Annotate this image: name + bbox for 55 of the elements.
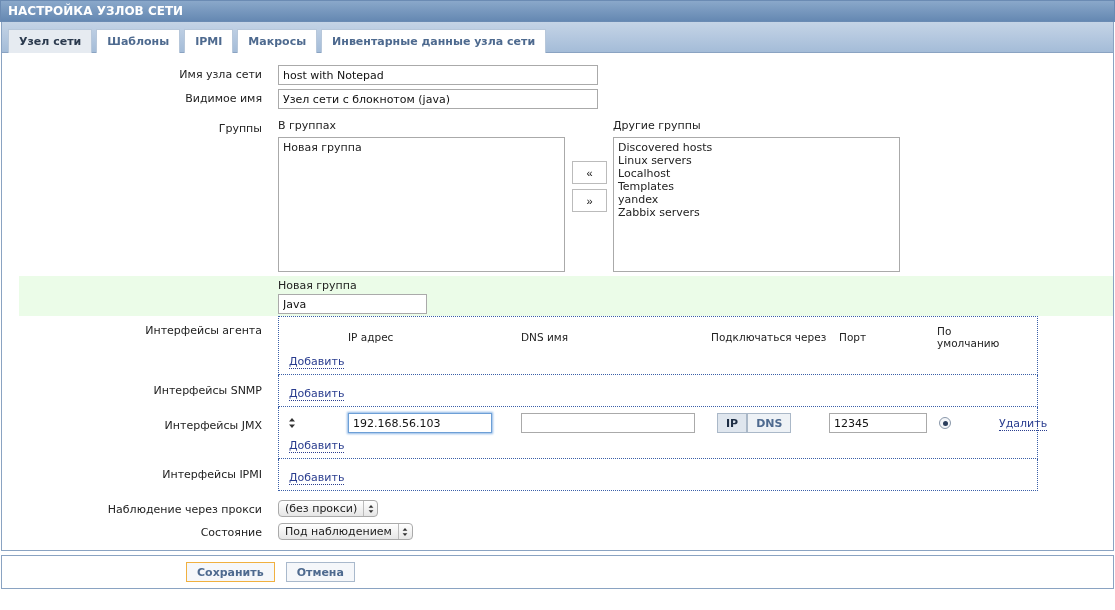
field-label: Группы [217,121,263,137]
new-group-field[interactable]: Java [278,294,427,314]
remove-link[interactable]: Удалить [999,416,1048,431]
list-caption: В группах [278,119,337,131]
groups-listbox[interactable]: Discovered hosts Linux servers Localhost Templates yandex Zabbix servers [613,137,900,272]
field-label: Интерфейсы JMX [163,418,263,434]
move-left-button[interactable]: « [572,161,607,184]
add-link[interactable]: Добавить [289,471,345,485]
field-label: Интерфейсы SNMP [152,383,263,399]
field-label: Новая группа [278,279,358,291]
field-label: Интерфейсы IPMI [161,467,263,483]
field-label: Видимое имя [184,91,263,107]
column-header: DNS имя [521,330,568,343]
host-name-field[interactable]: host with Notepad [278,65,598,85]
field-label: Состояние [199,525,263,540]
up-down-arrow-icon [289,418,295,428]
tab[interactable]: IPMI [184,29,234,53]
field-label: Имя узла сети [178,67,263,83]
list-item[interactable]: Zabbix servers [618,206,895,219]
move-right-button[interactable]: » [572,189,607,212]
tab[interactable]: Узел сети [8,29,93,53]
tab[interactable]: Инвентарные данные узла сети [321,29,547,53]
field-label: Наблюдение через прокси [106,502,263,517]
visible-name-field[interactable]: Узел сети с блокнотом (java) [278,89,598,109]
default-radio[interactable] [939,417,951,429]
proxy-select[interactable]: (без прокси) [278,500,379,517]
field-label: Интерфейсы агента [144,323,263,339]
status-select[interactable]: Под наблюдением [278,523,413,540]
tab[interactable]: Шаблоны [96,29,181,53]
save-button[interactable]: Сохранить [186,562,275,582]
list-caption: Другие группы [613,119,702,131]
port-field[interactable]: 12345 [829,413,927,433]
connect-via-button[interactable]: DNS [747,413,792,433]
up-down-arrow-icon [367,504,374,513]
page-title: НАСТРОЙКА УЗЛОВ СЕТИ [0,0,1115,22]
column-header: IP адрес [348,330,394,343]
add-link[interactable]: Добавить [289,439,345,453]
column-header: Порт [839,330,867,343]
list-item[interactable]: Linux servers [618,154,895,167]
column-header: Подключаться через [711,330,827,343]
list-item[interactable]: Discovered hosts [618,141,895,154]
list-item[interactable]: Новая группа [283,141,560,154]
list-item[interactable]: Localhost [618,167,895,180]
add-link[interactable]: Добавить [289,387,345,401]
connect-via-button[interactable]: IP [717,413,748,433]
add-link[interactable]: Добавить [289,355,345,369]
list-item[interactable]: yandex [618,193,895,206]
list-item[interactable]: Templates [618,180,895,193]
up-down-arrow-icon [402,527,409,536]
ip-address-field[interactable]: 192.168.56.103 [348,413,492,433]
dns-name-field[interactable] [521,413,695,433]
cancel-button[interactable]: Отмена [285,562,355,582]
column-header: По умолчанию [937,324,1001,349]
tab[interactable]: Макросы [237,29,318,53]
groups-listbox[interactable]: Новая группа [278,137,565,272]
